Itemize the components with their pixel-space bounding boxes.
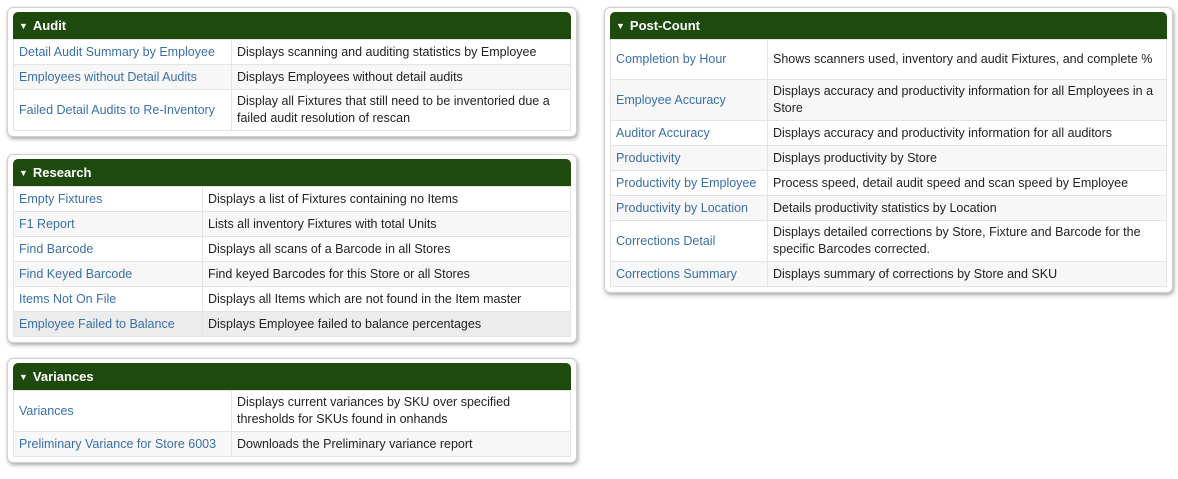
research-panel-header[interactable]: ▼ Research (13, 159, 571, 186)
report-link-productivity[interactable]: Productivity (616, 151, 681, 165)
report-description: Displays accuracy and productivity infor… (767, 79, 1167, 121)
post-count-table: Completion by Hour Shows scanners used, … (610, 39, 1167, 287)
report-link-auditor-accuracy[interactable]: Auditor Accuracy (616, 126, 710, 140)
report-link-completion-by-hour[interactable]: Completion by Hour (616, 52, 726, 66)
audit-table: Detail Audit Summary by Employee Display… (13, 39, 571, 131)
report-link-productivity-by-employee[interactable]: Productivity by Employee (616, 176, 756, 190)
post-count-panel-title: Post-Count (629, 18, 700, 33)
report-link-corrections-detail[interactable]: Corrections Detail (616, 234, 715, 248)
table-row: Failed Detail Audits to Re-Inventory Dis… (13, 89, 571, 131)
report-description: Displays current variances by SKU over s… (231, 390, 571, 432)
table-row: Corrections Summary Displays summary of … (610, 261, 1167, 287)
audit-panel-title: Audit (32, 18, 67, 33)
report-link-find-keyed-barcode[interactable]: Find Keyed Barcode (19, 267, 132, 281)
report-description: Display all Fixtures that still need to … (231, 89, 571, 131)
report-description: Displays Employee failed to balance perc… (202, 311, 571, 337)
research-table: Empty Fixtures Displays a list of Fixtur… (13, 186, 571, 337)
table-row: Preliminary Variance for Store 6003 Down… (13, 431, 571, 457)
post-count-panel: ▼ Post-Count Completion by Hour Shows sc… (604, 7, 1173, 293)
report-link-variances[interactable]: Variances (19, 404, 74, 418)
report-link-productivity-by-location[interactable]: Productivity by Location (616, 201, 748, 215)
report-description: Displays all scans of a Barcode in all S… (202, 236, 571, 262)
table-row: Find Keyed Barcode Find keyed Barcodes f… (13, 261, 571, 287)
report-description: Displays all Items which are not found i… (202, 286, 571, 312)
report-link-employee-failed-to-balance[interactable]: Employee Failed to Balance (19, 317, 175, 331)
table-row: Find Barcode Displays all scans of a Bar… (13, 236, 571, 262)
research-panel: ▼ Research Empty Fixtures Displays a lis… (7, 154, 577, 343)
report-link-failed-detail-audits-to-re-inventory[interactable]: Failed Detail Audits to Re-Inventory (19, 103, 215, 117)
audit-panel: ▼ Audit Detail Audit Summary by Employee… (7, 7, 577, 137)
report-description: Displays summary of corrections by Store… (767, 261, 1167, 287)
report-link-employee-accuracy[interactable]: Employee Accuracy (616, 93, 726, 107)
table-row: Productivity by Employee Process speed, … (610, 170, 1167, 196)
report-description: Details productivity statistics by Locat… (767, 195, 1167, 221)
variances-panel-header[interactable]: ▼ Variances (13, 363, 571, 390)
report-link-preliminary-variance[interactable]: Preliminary Variance for Store 6003 (19, 437, 216, 451)
report-description: Shows scanners used, inventory and audit… (767, 39, 1167, 80)
table-row: Employees without Detail Audits Displays… (13, 64, 571, 90)
report-link-employees-without-detail-audits[interactable]: Employees without Detail Audits (19, 70, 197, 84)
table-row: Corrections Detail Displays detailed cor… (610, 220, 1167, 262)
variances-panel-title: Variances (32, 369, 94, 384)
report-description: Downloads the Preliminary variance repor… (231, 431, 571, 457)
caret-down-icon: ▼ (19, 168, 28, 178)
report-description: Displays scanning and auditing statistic… (231, 39, 571, 65)
table-row: Productivity by Location Details product… (610, 195, 1167, 221)
post-count-panel-header[interactable]: ▼ Post-Count (610, 12, 1167, 39)
table-row: Employee Failed to Balance Displays Empl… (13, 311, 571, 337)
report-description: Find keyed Barcodes for this Store or al… (202, 261, 571, 287)
table-row: Empty Fixtures Displays a list of Fixtur… (13, 186, 571, 212)
caret-down-icon: ▼ (19, 372, 28, 382)
report-description: Lists all inventory Fixtures with total … (202, 211, 571, 237)
variances-panel: ▼ Variances Variances Displays current v… (7, 358, 577, 463)
table-row: Productivity Displays productivity by St… (610, 145, 1167, 171)
report-link-detail-audit-summary-by-employee[interactable]: Detail Audit Summary by Employee (19, 45, 215, 59)
report-link-corrections-summary[interactable]: Corrections Summary (616, 267, 737, 281)
caret-down-icon: ▼ (616, 21, 625, 31)
report-link-f1-report[interactable]: F1 Report (19, 217, 75, 231)
table-row: Items Not On File Displays all Items whi… (13, 286, 571, 312)
report-link-items-not-on-file[interactable]: Items Not On File (19, 292, 116, 306)
report-link-find-barcode[interactable]: Find Barcode (19, 242, 93, 256)
table-row: Auditor Accuracy Displays accuracy and p… (610, 120, 1167, 146)
table-row: Completion by Hour Shows scanners used, … (610, 39, 1167, 80)
audit-panel-header[interactable]: ▼ Audit (13, 12, 571, 39)
variances-table: Variances Displays current variances by … (13, 390, 571, 457)
table-row: Employee Accuracy Displays accuracy and … (610, 79, 1167, 121)
table-row: Detail Audit Summary by Employee Display… (13, 39, 571, 65)
table-row: F1 Report Lists all inventory Fixtures w… (13, 211, 571, 237)
report-description: Process speed, detail audit speed and sc… (767, 170, 1167, 196)
report-description: Displays Employees without detail audits (231, 64, 571, 90)
research-panel-title: Research (32, 165, 92, 180)
report-description: Displays a list of Fixtures containing n… (202, 186, 571, 212)
table-row: Variances Displays current variances by … (13, 390, 571, 432)
report-link-empty-fixtures[interactable]: Empty Fixtures (19, 192, 102, 206)
report-description: Displays detailed corrections by Store, … (767, 220, 1167, 262)
report-description: Displays productivity by Store (767, 145, 1167, 171)
report-description: Displays accuracy and productivity infor… (767, 120, 1167, 146)
caret-down-icon: ▼ (19, 21, 28, 31)
